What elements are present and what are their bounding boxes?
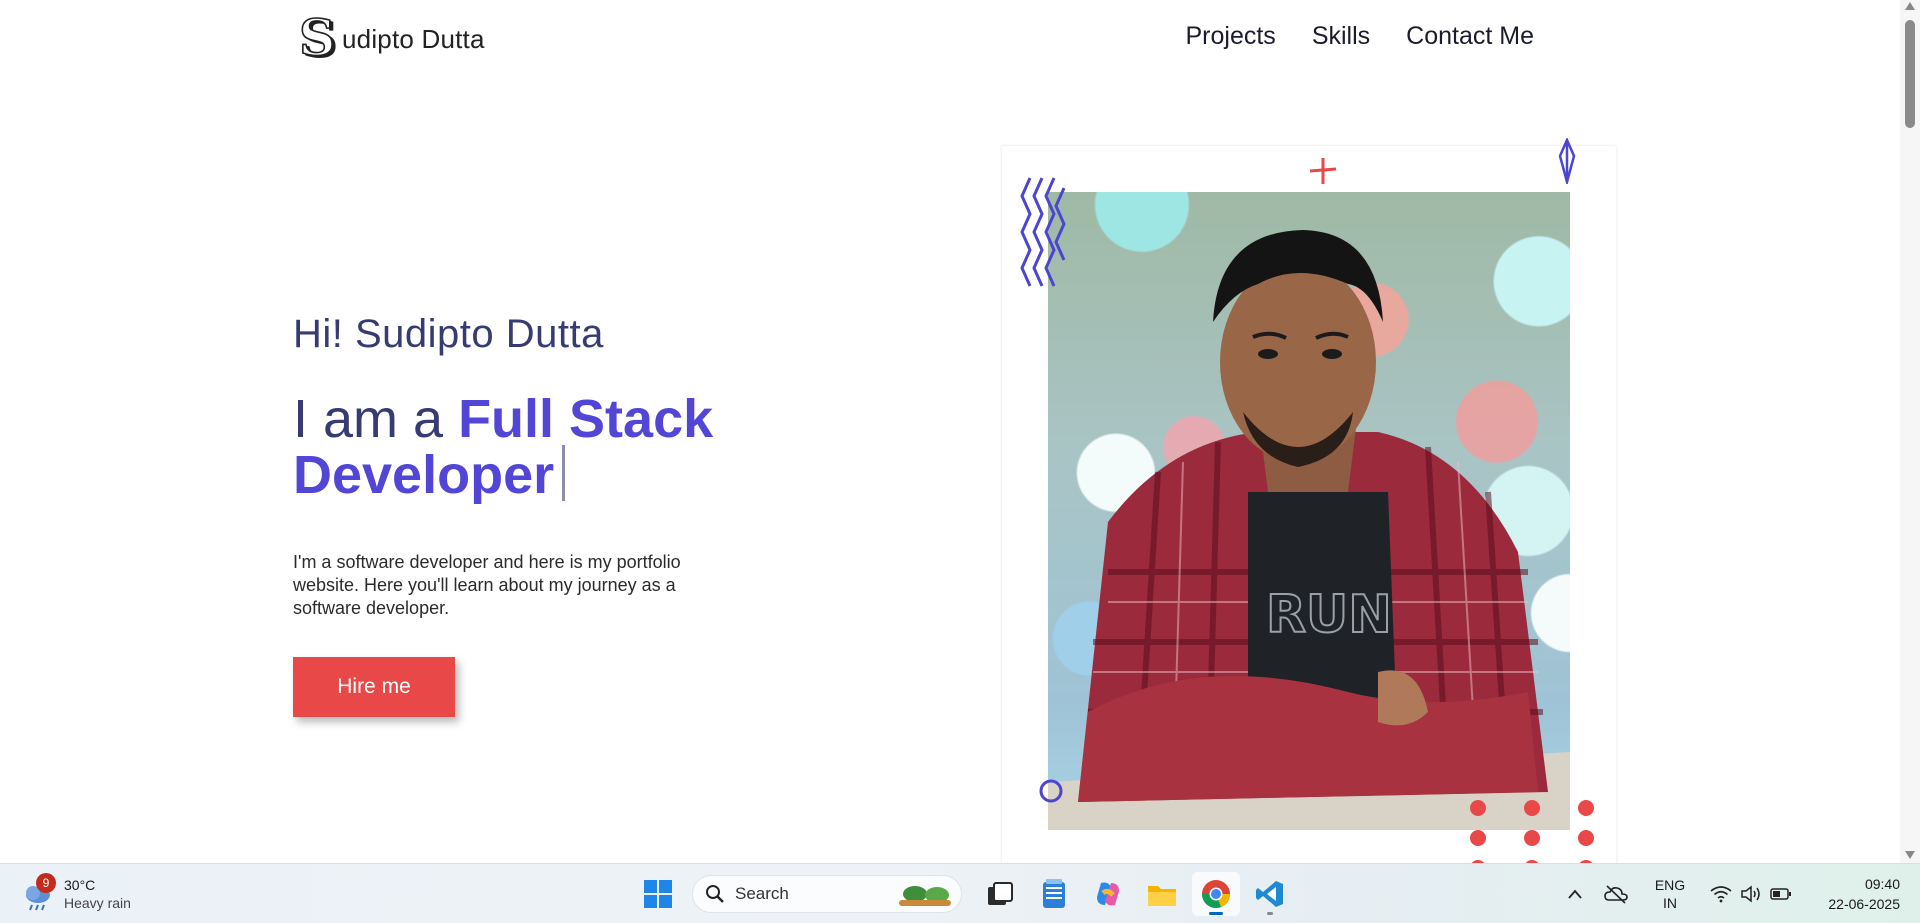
volume-icon[interactable]	[1736, 885, 1766, 903]
zigzag-decoration-icon	[1020, 177, 1066, 287]
input-language-indicator[interactable]: ENG IN	[1642, 876, 1698, 912]
weather-widget[interactable]: 9 30°C Heavy rain	[22, 873, 131, 914]
clock-date: 22-06-2025	[1828, 896, 1900, 912]
windows-taskbar: 9 30°C Heavy rain Search ENG IN 09:40 22…	[0, 863, 1920, 923]
onedrive-offline-icon[interactable]	[1598, 884, 1634, 904]
weather-condition: Heavy rain	[64, 895, 131, 911]
svg-text:S: S	[299, 14, 335, 64]
portfolio-page: S S udipto Dutta Projects Skills Contact…	[0, 0, 1900, 863]
search-highlight-icon	[899, 886, 951, 906]
profile-photo: RUN	[1048, 192, 1570, 830]
clock-time: 09:40	[1864, 876, 1900, 892]
clock[interactable]: 09:40 22-06-2025	[1810, 874, 1900, 914]
chrome-icon[interactable]	[1192, 872, 1240, 916]
system-tray: ENG IN 09:40 22-06-2025	[1560, 872, 1920, 916]
file-explorer-icon[interactable]	[1138, 872, 1186, 916]
vscode-icon[interactable]	[1246, 872, 1294, 916]
open-app-indicator	[1267, 912, 1273, 915]
hero-headline: I am a Full Stack Developer	[293, 392, 813, 502]
search-icon	[706, 885, 724, 903]
scroll-down-arrow-icon[interactable]	[1905, 851, 1915, 859]
dots-decoration-icon	[1470, 800, 1594, 863]
battery-icon[interactable]	[1766, 887, 1796, 901]
crystal-decoration-icon	[1558, 138, 1576, 184]
brand[interactable]: S S udipto Dutta	[298, 7, 485, 69]
weather-badge: 9	[36, 873, 56, 893]
hero-greeting: Hi! Sudipto Dutta	[293, 312, 604, 356]
hero-intro: I'm a software developer and here is my …	[293, 552, 681, 618]
browser-viewport: S S udipto Dutta Projects Skills Contact…	[0, 0, 1920, 863]
taskbar-apps: Search	[634, 872, 1294, 916]
main-nav: Projects Skills Contact Me	[1186, 22, 1535, 51]
copilot-icon[interactable]	[1084, 872, 1132, 916]
typing-cursor	[562, 445, 566, 501]
headline-prefix: I am a	[293, 389, 459, 449]
notepad-icon[interactable]	[1030, 872, 1078, 916]
weather-temperature: 30°C	[64, 877, 96, 893]
scrollbar-thumb[interactable]	[1905, 20, 1915, 128]
wifi-icon[interactable]	[1706, 885, 1736, 903]
nav-projects[interactable]: Projects	[1186, 22, 1276, 51]
nav-skills[interactable]: Skills	[1312, 22, 1370, 51]
brand-name: udipto Dutta	[342, 23, 485, 54]
page-scrollbar[interactable]	[1900, 0, 1920, 863]
brand-logo-icon: S S	[298, 7, 344, 69]
chevron-up-icon[interactable]	[1560, 889, 1590, 899]
plus-decoration-icon	[1309, 158, 1337, 184]
circle-decoration-icon	[1039, 779, 1063, 803]
profile-photo-card: RUN	[1002, 138, 1616, 863]
taskbar-search-input[interactable]: Search	[692, 875, 962, 913]
rain-cloud-icon: 9	[22, 873, 56, 911]
task-view-icon[interactable]	[976, 872, 1024, 916]
nav-contact-me[interactable]: Contact Me	[1406, 22, 1534, 51]
hire-me-button[interactable]: Hire me	[293, 657, 455, 717]
scroll-up-arrow-icon[interactable]	[1905, 2, 1915, 10]
windows-start-icon[interactable]	[634, 872, 682, 916]
shirt-text: RUN	[1266, 585, 1392, 645]
search-placeholder: Search	[735, 884, 789, 903]
active-app-indicator	[1209, 912, 1223, 915]
